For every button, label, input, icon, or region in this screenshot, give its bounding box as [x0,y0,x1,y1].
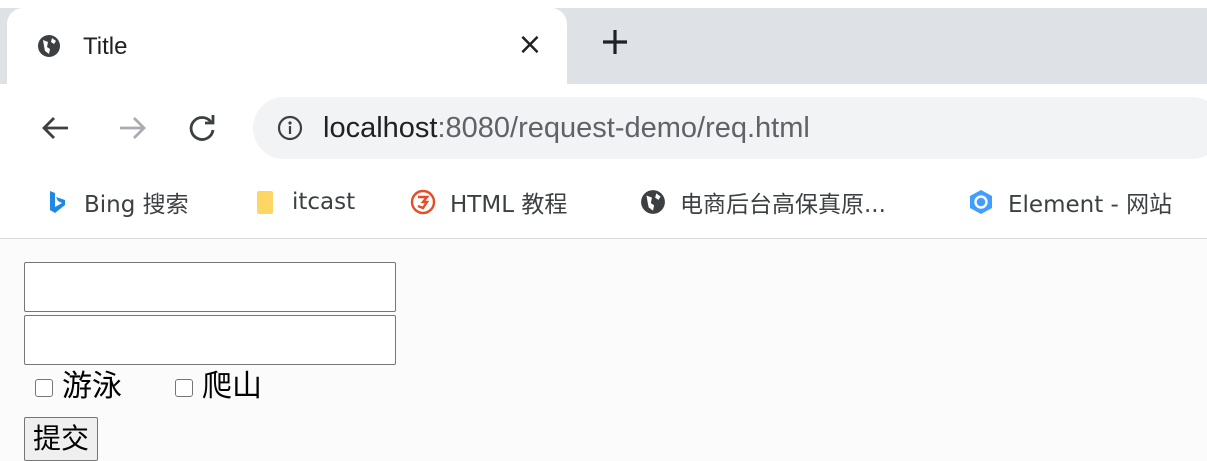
swimming-label: 游泳 [62,369,122,404]
bookmark-element[interactable]: Element - 网站 [968,186,1172,218]
forward-arrow-icon[interactable] [114,110,150,146]
bookmark-label: 电商后台高保真原... [680,192,886,218]
submit-button[interactable]: 提交 [24,417,99,461]
page-content: 游泳 爬山 提交 [0,239,1207,461]
browser-toolbar: localhost:8080/request-demo/req.html [0,84,1207,172]
html5-icon [410,189,436,215]
bookmarks-bar: Bing 搜索 itcast HTML 教程 电商后台高保真原... Eleme… [0,172,1207,239]
swimming-checkbox[interactable] [35,379,53,397]
url-host: localhost [323,112,438,144]
bookmark-itcast[interactable]: itcast [252,186,355,218]
url-text[interactable]: localhost:8080/request-demo/req.html [323,109,810,147]
info-icon[interactable] [277,115,303,141]
bookmark-label: HTML 教程 [450,192,568,218]
bookmark-label: Element - 网站 [1008,192,1173,218]
address-bar[interactable]: localhost:8080/request-demo/req.html [253,97,1207,159]
folder-icon [257,191,273,214]
climbing-label: 爬山 [202,369,262,404]
globe-icon [38,35,60,57]
bing-icon [50,191,65,213]
bookmark-label: itcast [292,189,356,215]
bookmark-ecommerce[interactable]: 电商后台高保真原... [640,186,886,218]
tab-strip: Title × [0,0,1207,84]
climbing-checkbox[interactable] [175,379,193,397]
reload-icon[interactable] [184,110,220,146]
bookmark-html-tutorial[interactable]: HTML 教程 [410,186,567,218]
element-icon [970,190,992,214]
tab-title: Title [83,33,128,60]
text-input-2[interactable] [24,315,396,365]
back-arrow-icon[interactable] [38,110,74,146]
bookmark-bing[interactable]: Bing 搜索 [44,186,189,218]
bookmark-label: Bing 搜索 [84,192,189,218]
globe-icon [641,190,665,214]
browser-tab[interactable]: Title × [7,8,567,84]
text-input-1[interactable] [24,262,396,312]
url-path: :8080/request-demo/req.html [437,112,810,144]
close-tab-button[interactable]: × [513,28,547,62]
new-tab-button[interactable] [597,24,633,60]
